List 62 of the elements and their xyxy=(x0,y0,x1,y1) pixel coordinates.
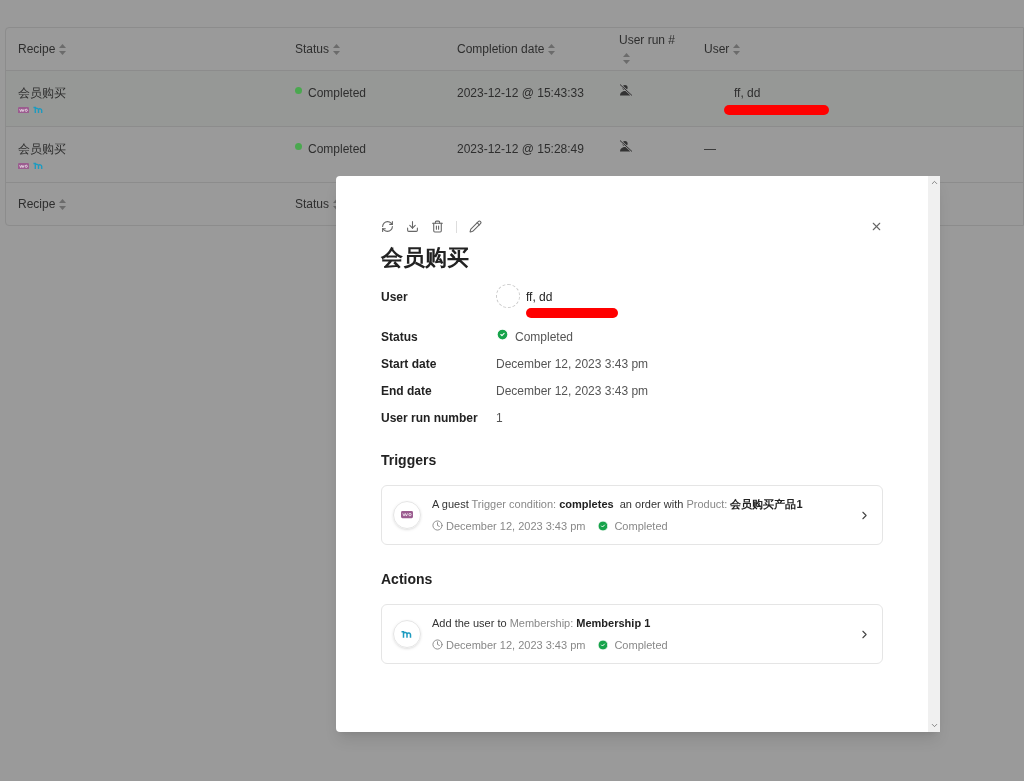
column-header[interactable]: Status xyxy=(295,42,341,56)
status-text: Completed xyxy=(308,85,367,102)
user-off-icon xyxy=(619,84,633,96)
membership-logo-icon xyxy=(401,629,413,639)
log-status: Completed xyxy=(614,637,668,653)
detail-label: End date xyxy=(381,383,433,400)
download-icon[interactable] xyxy=(406,220,419,233)
sort-icon[interactable] xyxy=(59,44,67,56)
completion-date: 2023-12-12 @ 15:28:49 xyxy=(457,142,584,156)
clock-icon xyxy=(432,639,443,651)
detail-label: Start date xyxy=(381,356,438,373)
membership-logo-icon xyxy=(33,162,44,170)
check-circle-icon xyxy=(597,638,610,651)
scroll-down-icon[interactable] xyxy=(929,721,939,730)
sort-icon[interactable] xyxy=(333,44,341,56)
user-off-icon xyxy=(619,140,633,152)
log-card[interactable]: Add the user to Membership: Membership 1 December 12, 2023 3:43 pm Completed xyxy=(381,604,883,664)
close-icon[interactable] xyxy=(870,220,883,233)
column-header[interactable]: Completion date xyxy=(457,42,556,56)
scroll-up-icon[interactable] xyxy=(929,178,939,187)
log-status: Completed xyxy=(614,518,668,534)
recipe-name[interactable]: 会员购买 xyxy=(18,84,295,102)
edit-icon[interactable] xyxy=(469,220,482,233)
user-name: ff, dd xyxy=(734,85,762,102)
log-sentence: A guest Trigger condition: completes an order with Product: 会员购买产品1 xyxy=(432,497,804,512)
column-header[interactable]: User xyxy=(704,42,741,56)
modal-title: 会员购买 xyxy=(381,244,470,272)
sort-icon[interactable] xyxy=(623,53,630,65)
detail-value: 1 xyxy=(496,410,503,427)
sort-icon[interactable] xyxy=(548,44,556,56)
check-circle-icon xyxy=(597,519,610,532)
woo-logo-icon xyxy=(18,162,29,170)
detail-label: User xyxy=(381,289,409,306)
woo-logo-icon xyxy=(18,106,29,114)
status-text: Completed xyxy=(308,141,367,158)
scrollbar[interactable] xyxy=(928,176,940,732)
recipe-name[interactable]: 会员购买 xyxy=(18,140,295,158)
section-title: Triggers xyxy=(381,451,438,470)
column-header[interactable]: Recipe xyxy=(18,42,67,56)
refresh-icon[interactable] xyxy=(381,220,394,233)
check-circle-icon xyxy=(496,328,509,341)
log-card[interactable]: A guest Trigger condition: completes an order with Product: 会员购买产品1 December 12, 2023 3:43 pm Completed xyxy=(381,485,883,545)
detail-label: Status xyxy=(381,329,419,346)
membership-logo-icon xyxy=(33,106,44,114)
detail-value: Completed xyxy=(515,329,574,346)
sort-icon[interactable] xyxy=(733,44,741,56)
detail-value: ff, dd xyxy=(526,289,554,306)
completion-date: 2023-12-12 @ 15:43:33 xyxy=(457,86,584,100)
column-header[interactable]: User run # xyxy=(619,31,679,67)
clock-icon xyxy=(432,520,443,532)
detail-value: December 12, 2023 3:43 pm xyxy=(496,383,649,400)
user-name: — xyxy=(704,141,717,158)
section-title: Actions xyxy=(381,570,434,589)
detail-value: December 12, 2023 3:43 pm xyxy=(496,356,649,373)
log-date: December 12, 2023 3:43 pm xyxy=(446,518,586,534)
woo-logo-icon xyxy=(401,511,413,519)
column-header[interactable]: Recipe xyxy=(18,197,67,211)
detail-label: User run number xyxy=(381,410,479,427)
log-date: December 12, 2023 3:43 pm xyxy=(446,637,586,653)
sort-icon[interactable] xyxy=(59,199,67,211)
delete-icon[interactable] xyxy=(431,220,444,233)
log-sentence: Add the user to Membership: Membership 1 xyxy=(432,616,652,631)
